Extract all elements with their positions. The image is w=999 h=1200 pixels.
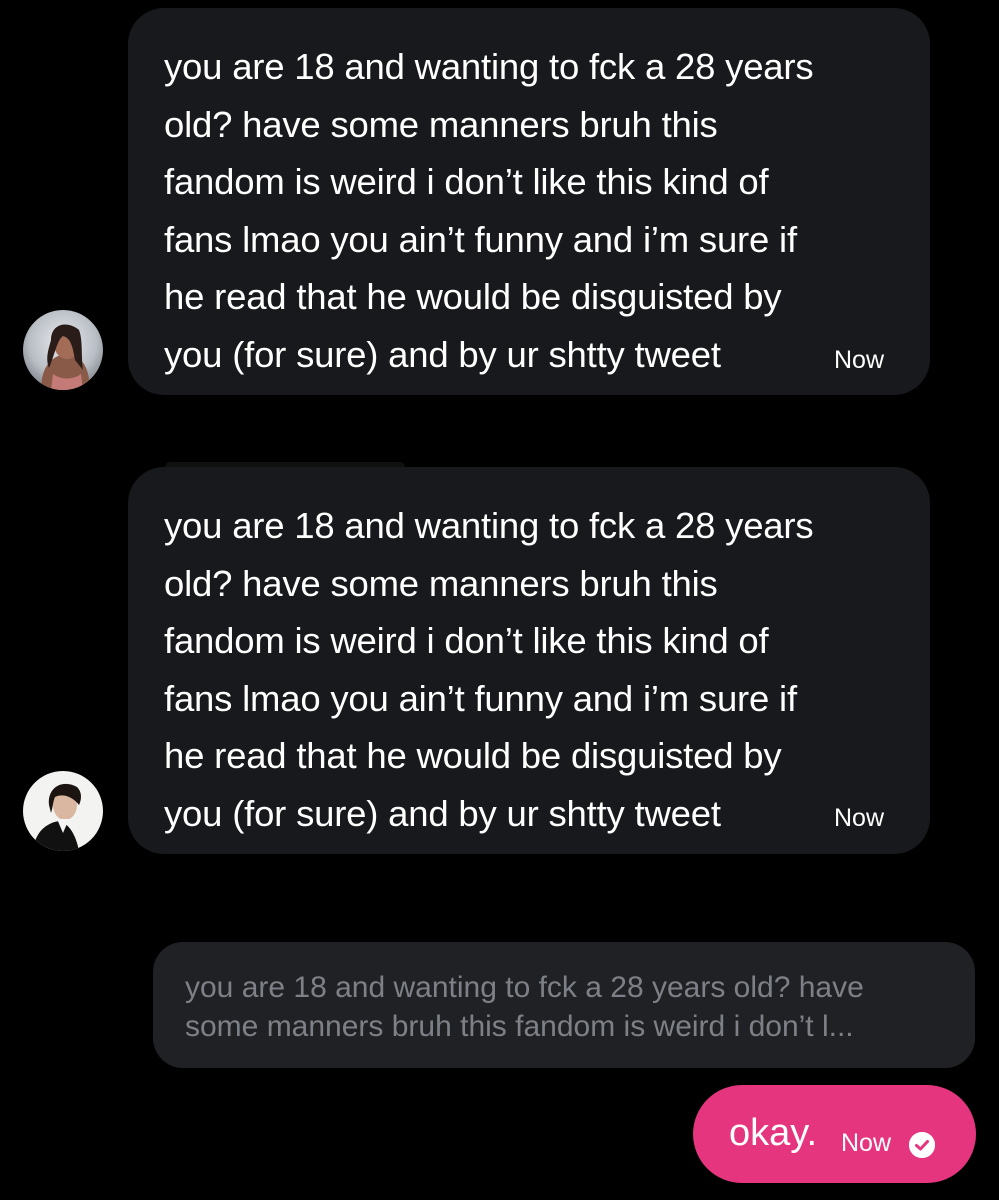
message-line: fandom is weird i don’t like this kind o… <box>164 620 769 661</box>
message-timestamp-1: Now <box>834 346 885 374</box>
message-bubble-1[interactable]: you are 18 and wanting to fck a 28 years… <box>128 8 930 395</box>
message-line: you (for sure) and by ur shtty tweet <box>164 792 721 834</box>
message-line: fans lmao you ain’t funny and i’m sure i… <box>164 677 797 719</box>
message-timestamp-2: Now <box>834 804 885 832</box>
message-line: fans lmao you ain’t funny and i’m sure i… <box>164 218 797 260</box>
reply-quote-line: some manners bruh this fandom is weird i… <box>185 1010 854 1043</box>
sent-message-timestamp: Now <box>841 1129 892 1157</box>
message-text-2: you are 18 and wanting to fck a 28 years… <box>164 497 894 842</box>
message-line: he read that he would be disguisted by <box>164 276 782 317</box>
avatar-user-1[interactable] <box>23 310 103 390</box>
avatar-user-2-image <box>23 771 103 851</box>
message-line: old? have some manners bruh this <box>164 562 718 604</box>
message-line: old? have some manners bruh this <box>164 103 718 145</box>
message-line: fandom is weird i don’t like this kind o… <box>164 161 769 202</box>
message-line: he read that he would be disguisted by <box>164 735 782 776</box>
message-line: you are 18 and wanting to fck a 28 years <box>164 46 814 87</box>
sent-message-bubble[interactable]: okay. Now <box>693 1085 976 1183</box>
message-line: you (for sure) and by ur shtty tweet <box>164 333 721 375</box>
message-line: you are 18 and wanting to fck a 28 years <box>164 505 814 546</box>
reply-quote-text: you are 18 and wanting to fck a 28 years… <box>185 968 955 1046</box>
sent-message-text: okay. <box>729 1112 818 1154</box>
message-bubble-2[interactable]: you are 18 and wanting to fck a 28 years… <box>128 467 930 854</box>
message-text-1: you are 18 and wanting to fck a 28 years… <box>164 38 894 383</box>
reply-quote[interactable]: you are 18 and wanting to fck a 28 years… <box>153 942 975 1068</box>
avatar-user-1-image <box>23 310 103 390</box>
reply-quote-line: you are 18 and wanting to fck a 28 years… <box>185 971 864 1004</box>
check-circle-icon <box>909 1132 935 1158</box>
avatar-user-2[interactable] <box>23 771 103 851</box>
